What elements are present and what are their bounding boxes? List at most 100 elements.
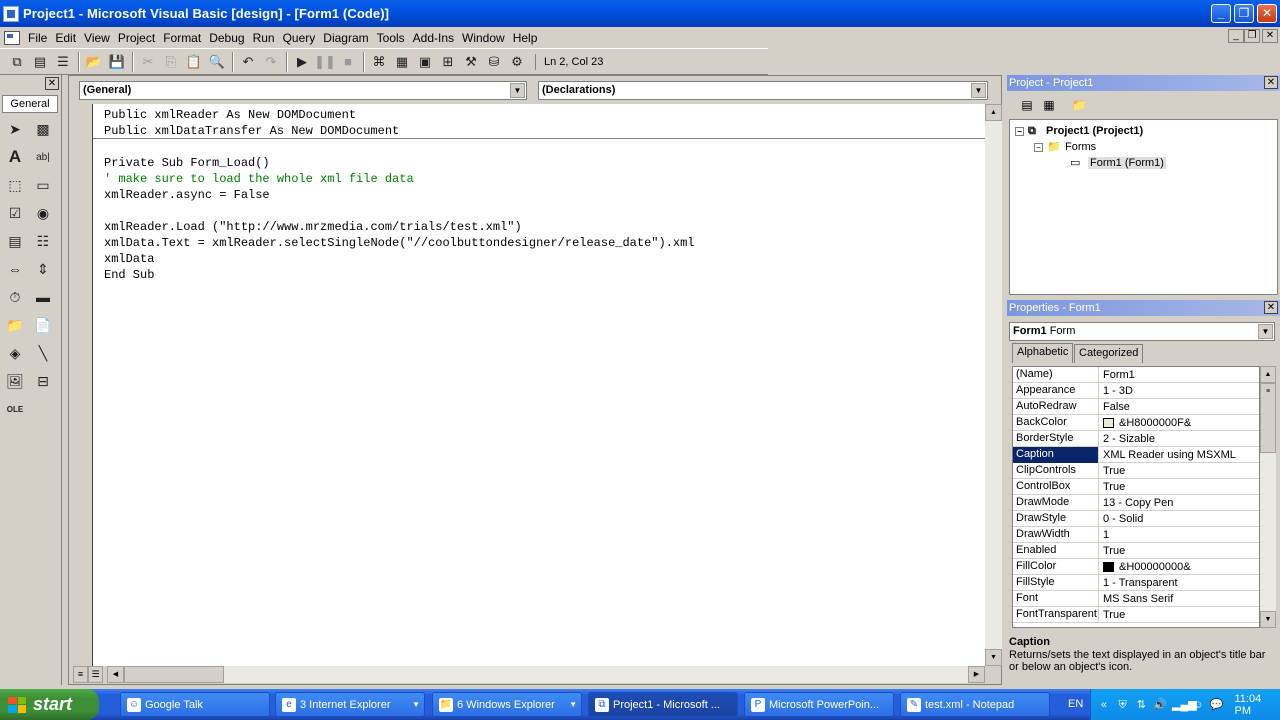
code-line[interactable]: xmlData.Text = xmlReader.selectSingleNod…: [104, 236, 695, 250]
mdi-restore-button[interactable]: ❐: [1244, 29, 1260, 43]
property-row[interactable]: ClipControls True: [1013, 463, 1259, 479]
command-button-icon[interactable]: ▭: [32, 174, 54, 196]
toolbox-tab-general[interactable]: General: [2, 95, 58, 113]
property-row[interactable]: AutoRedraw False: [1013, 399, 1259, 415]
chevron-down-icon[interactable]: ▼: [510, 83, 525, 98]
property-row[interactable]: Font MS Sans Serif: [1013, 591, 1259, 607]
undo-icon[interactable]: ↶: [237, 52, 259, 72]
network-icon[interactable]: ⇅: [1135, 698, 1149, 712]
drivelistbox-icon[interactable]: ▬: [32, 286, 54, 308]
scroll-up-icon[interactable]: ▲: [1260, 366, 1276, 383]
tree-node-forms[interactable]: − 📁 Forms: [1034, 141, 1096, 153]
dirlistbox-icon[interactable]: 📁: [4, 314, 26, 336]
property-value[interactable]: True: [1100, 543, 1259, 559]
scroll-down-icon[interactable]: ▼: [985, 649, 1002, 666]
property-name[interactable]: FontTransparent: [1013, 607, 1099, 623]
menu-tools[interactable]: Tools: [373, 31, 409, 45]
chevron-down-icon[interactable]: ▼: [1258, 324, 1273, 339]
property-row[interactable]: Appearance 1 - 3D: [1013, 383, 1259, 399]
property-grid[interactable]: (Name) Form1 Appearance 1 - 3D AutoRedraw Fal…: [1012, 366, 1260, 628]
property-value[interactable]: 1: [1100, 527, 1259, 543]
messenger-icon[interactable]: ☺: [1191, 698, 1205, 712]
object-selector[interactable]: Form1 Form ▼: [1009, 322, 1275, 341]
clock[interactable]: 11:04 PM: [1235, 693, 1280, 717]
object-browser-icon[interactable]: ⊞: [437, 52, 459, 72]
menu-window[interactable]: Window: [458, 31, 509, 45]
property-row[interactable]: FillStyle 1 - Transparent: [1013, 575, 1259, 591]
property-row[interactable]: BorderStyle 2 - Sizable: [1013, 431, 1259, 447]
vscrollbar-icon[interactable]: ⇕: [32, 258, 54, 280]
project-tree[interactable]: − ⧉ Project1 (Project1) − 📁 Forms ▭ Form…: [1009, 119, 1278, 295]
pointer-icon[interactable]: ➤: [4, 118, 26, 140]
picturebox-icon[interactable]: ▩: [32, 118, 54, 140]
property-value[interactable]: True: [1100, 463, 1259, 479]
add-project-icon[interactable]: ⧉: [6, 52, 28, 72]
break-icon[interactable]: ❚❚: [314, 52, 336, 72]
tab-alphabetic[interactable]: Alphabetic: [1012, 343, 1074, 363]
properties-title[interactable]: Properties - Form1 ✕: [1007, 300, 1280, 316]
toggle-folders-icon[interactable]: 📁: [1069, 96, 1089, 114]
collapse-icon[interactable]: −: [1034, 142, 1043, 152]
properties-scrollbar[interactable]: ▲ ≡ ▼: [1260, 366, 1276, 628]
option-button-icon[interactable]: ◉: [32, 202, 54, 224]
listbox-icon[interactable]: ☷: [32, 230, 54, 252]
property-name[interactable]: DrawStyle: [1013, 511, 1099, 527]
scroll-up-icon[interactable]: ▲: [985, 104, 1002, 121]
data-view-icon[interactable]: ⛁: [483, 52, 505, 72]
code-line[interactable]: End Sub: [104, 268, 154, 282]
code-line[interactable]: Public xmlReader As New DOMDocument: [104, 108, 356, 122]
property-row[interactable]: DrawMode 13 - Copy Pen: [1013, 495, 1259, 511]
code-line[interactable]: Private Sub Form_Load(): [104, 156, 270, 170]
property-value[interactable]: True: [1100, 479, 1259, 495]
property-row[interactable]: (Name) Form1: [1013, 367, 1259, 383]
property-row[interactable]: FontTransparent True: [1013, 607, 1259, 623]
component-manager-icon[interactable]: ⚙: [506, 52, 528, 72]
vb-app-icon[interactable]: [3, 5, 19, 22]
start-button[interactable]: start: [0, 689, 99, 720]
property-value[interactable]: False: [1100, 399, 1259, 415]
frame-icon[interactable]: ⬚: [4, 174, 26, 196]
property-value[interactable]: &H00000000&: [1100, 559, 1259, 575]
mdi-close-button[interactable]: ✕: [1262, 29, 1278, 43]
open-project-icon[interactable]: 📂: [83, 52, 105, 72]
property-row[interactable]: BackColor &H8000000F&: [1013, 415, 1259, 431]
code-comment[interactable]: ' make sure to load the whole xml file d…: [104, 172, 414, 186]
cut-icon[interactable]: ✂: [137, 52, 159, 72]
property-name[interactable]: DrawMode: [1013, 495, 1099, 511]
property-value[interactable]: 2 - Sizable: [1100, 431, 1259, 447]
data-control-icon[interactable]: ⊟: [32, 370, 54, 392]
code-line[interactable]: xmlReader.async = False: [104, 188, 270, 202]
add-form-icon[interactable]: ▤: [29, 52, 51, 72]
property-row[interactable]: DrawWidth 1: [1013, 527, 1259, 543]
textbox-icon[interactable]: ab|: [32, 146, 54, 168]
scroll-left-icon[interactable]: ◀: [107, 666, 124, 683]
procedure-view-button[interactable]: ≡: [73, 666, 88, 683]
code-horizontal-scrollbar[interactable]: ◀ ▶: [107, 666, 985, 683]
taskbar-button[interactable]: P Microsoft PowerPoin...: [744, 692, 894, 717]
language-indicator[interactable]: EN: [1068, 689, 1083, 720]
chevron-down-icon[interactable]: ▼: [412, 700, 420, 709]
combobox-icon[interactable]: ▤: [4, 230, 26, 252]
property-value[interactable]: &H8000000F&: [1100, 415, 1259, 431]
property-name[interactable]: AutoRedraw: [1013, 399, 1099, 415]
property-value[interactable]: 1 - Transparent: [1100, 575, 1259, 591]
collapse-icon[interactable]: −: [1015, 126, 1024, 136]
property-name[interactable]: Appearance: [1013, 383, 1099, 399]
find-icon[interactable]: 🔍: [206, 52, 228, 72]
property-row[interactable]: Enabled True: [1013, 543, 1259, 559]
property-value[interactable]: MS Sans Serif: [1100, 591, 1259, 607]
ole-icon[interactable]: OLE: [4, 398, 26, 420]
property-name[interactable]: FillStyle: [1013, 575, 1099, 591]
menu-file[interactable]: File: [24, 31, 51, 45]
tree-node-project[interactable]: − ⧉ Project1 (Project1): [1015, 125, 1143, 137]
property-row[interactable]: FillColor &H00000000&: [1013, 559, 1259, 575]
properties-close-button[interactable]: ✕: [1264, 301, 1278, 314]
checkbox-icon[interactable]: ☑: [4, 202, 26, 224]
form-layout-icon[interactable]: ▣: [414, 52, 436, 72]
menu-editor-icon[interactable]: ☰: [52, 52, 74, 72]
shape-icon[interactable]: ◈: [4, 342, 26, 364]
mdi-minimize-button[interactable]: _: [1228, 29, 1244, 43]
chevron-down-icon[interactable]: ▼: [569, 700, 577, 709]
property-row[interactable]: DrawStyle 0 - Solid: [1013, 511, 1259, 527]
paste-icon[interactable]: 📋: [183, 52, 205, 72]
